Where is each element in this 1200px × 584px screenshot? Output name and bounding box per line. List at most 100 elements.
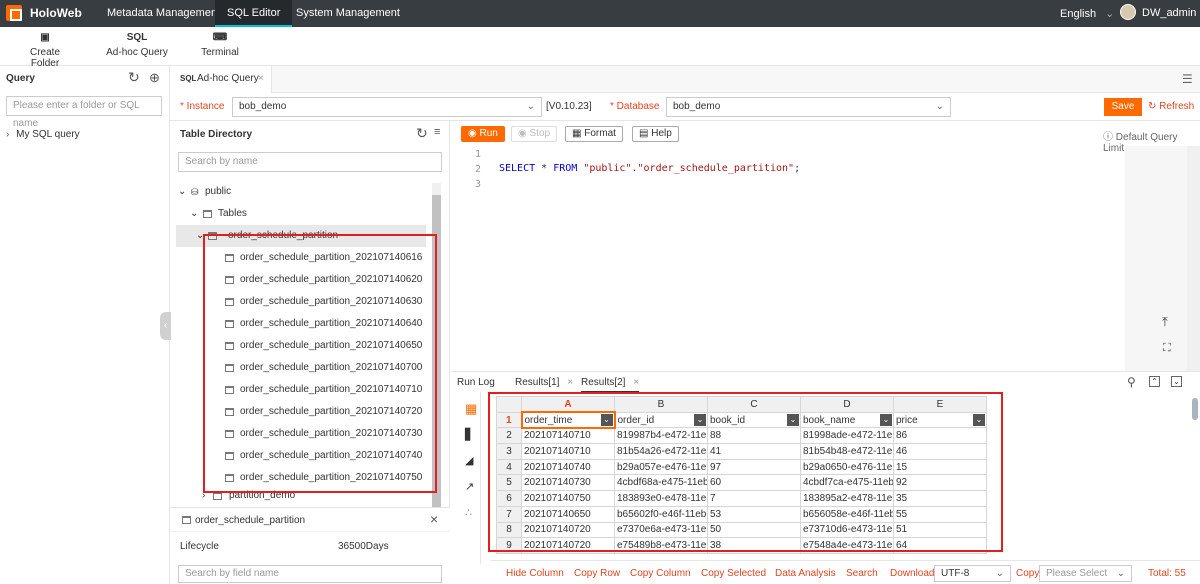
table-cell[interactable]: 53 [707, 505, 801, 523]
column-letter[interactable]: A [521, 396, 615, 413]
partition-table-row[interactable]: order_schedule_partition_202107140650 [170, 335, 434, 357]
table-cell[interactable]: 35 [893, 490, 987, 507]
filter-dropdown-icon[interactable]: ⌄ [787, 413, 799, 426]
minimize-icon[interactable]: ⌄ [1171, 376, 1182, 387]
row-number[interactable]: 1 [496, 411, 522, 429]
close-icon[interactable]: × [258, 73, 264, 84]
table-cell[interactable]: 55 [893, 505, 987, 523]
row-number[interactable]: 6 [496, 490, 522, 507]
column-header[interactable]: price ⌄ [893, 411, 987, 429]
copy-selected-button[interactable]: Copy Selected [701, 568, 766, 579]
table-cell[interactable]: 81998ade-e472-11eb-9 [800, 427, 894, 445]
column-letter[interactable]: E [893, 396, 987, 413]
partition-table-row[interactable]: order_schedule_partition_202107140630 [170, 291, 434, 313]
column-letter[interactable]: C [707, 396, 801, 413]
avatar[interactable] [1120, 4, 1136, 20]
table-cell[interactable]: 202107140750 [521, 490, 615, 507]
table-cell[interactable]: e73710d6-e473-11eb-b [800, 521, 894, 539]
table-cell[interactable]: 819987b4-e472-11eb-9 [614, 427, 708, 445]
copy-row-button[interactable]: Copy Row [574, 568, 620, 579]
nav-sql-editor[interactable]: SQL Editor [215, 0, 293, 27]
filter-dropdown-icon[interactable]: ⌄ [694, 413, 706, 426]
maximize-icon[interactable]: ⌃ [1149, 376, 1160, 387]
save-button[interactable]: Save [1104, 98, 1142, 116]
table-cell[interactable]: b29a0650-e476-11eb-b [800, 458, 894, 476]
table-cell[interactable]: 7 [707, 490, 801, 507]
minimap[interactable] [1125, 146, 1187, 371]
locate-icon[interactable]: ⊕ [149, 70, 160, 86]
tab-adhoc-query[interactable]: SQL Ad-hoc Query × [170, 66, 272, 93]
data-analysis-button[interactable]: Data Analysis [775, 568, 836, 579]
hide-column-button[interactable]: Hide Column [506, 568, 564, 579]
column-header[interactable]: book_id ⌄ [707, 411, 801, 429]
table-cell[interactable]: 202107140710 [521, 443, 615, 460]
nav-metadata-management[interactable]: Metadata Management [95, 0, 232, 27]
nav-system-management[interactable]: System Management [284, 0, 412, 27]
terminal-button[interactable]: ⌨ Terminal [198, 32, 242, 58]
my-sql-query-item[interactable]: › My SQL query [6, 129, 80, 140]
close-icon[interactable]: × [633, 377, 639, 388]
partition-table-row[interactable]: order_schedule_partition_202107140616 [170, 247, 434, 269]
collapse-all-icon[interactable]: ≡ [434, 126, 440, 138]
table-cell[interactable]: 81b54b48-e472-11eb-9 [800, 443, 894, 460]
table-cell[interactable]: 97 [707, 458, 801, 476]
tab-results-1[interactable]: Results[1] × [515, 377, 573, 388]
column-header[interactable]: book_name ⌄ [800, 411, 894, 429]
partition-table-row[interactable]: order_schedule_partition_202107140640 [170, 313, 434, 335]
column-letter[interactable]: D [800, 396, 894, 413]
table-search-input[interactable]: Search by name [178, 152, 442, 172]
table-cell[interactable]: 183893e0-e478-11eb-b [614, 490, 708, 507]
table-cell[interactable]: 51 [893, 521, 987, 539]
encoding-select[interactable]: UTF-8 ⌄ [934, 565, 1011, 582]
copy-button[interactable]: Copy [1016, 568, 1039, 579]
table-cell[interactable]: 86 [893, 427, 987, 445]
filter-dropdown-icon[interactable]: ⌄ [973, 413, 985, 426]
filter-dropdown-icon[interactable]: ⌄ [880, 413, 892, 426]
table-cell[interactable]: 88 [707, 427, 801, 445]
filter-dropdown-icon[interactable]: ⌄ [600, 414, 613, 426]
table-cell[interactable]: 50 [707, 521, 801, 539]
partition-demo-row[interactable]: › partition_demo [170, 488, 434, 504]
table-cell[interactable]: 46 [893, 443, 987, 460]
table-cell[interactable]: b656058e-e46f-11eb-8 [800, 505, 894, 523]
table-cell[interactable]: 81b54a26-e472-11eb-9 [614, 443, 708, 460]
table-cell[interactable]: 64 [893, 537, 987, 554]
menu-icon[interactable]: ☰ [1182, 72, 1193, 86]
tab-results-2[interactable]: Results[2] × [581, 377, 640, 393]
column-header[interactable]: order_id ⌄ [614, 411, 708, 429]
partition-table-row[interactable]: order_schedule_partition_202107140710 [170, 379, 434, 401]
table-cell[interactable]: 202107140710 [521, 427, 615, 445]
row-number[interactable]: 4 [496, 458, 522, 476]
schema-public-row[interactable]: ⌄ ⛁ public [170, 181, 434, 203]
parent-table-row[interactable]: ⌄ order_schedule_partition [176, 225, 426, 247]
refresh-icon[interactable]: ↻ [416, 125, 428, 142]
row-number[interactable]: 9 [496, 537, 522, 554]
table-cell[interactable]: 38 [707, 537, 801, 554]
table-cell[interactable]: 4cbdf7ca-e475-11eb-8 [800, 474, 894, 492]
language-select[interactable]: English ⌄ [1060, 7, 1114, 20]
table-cell[interactable]: 92 [893, 474, 987, 492]
column-letter[interactable]: B [614, 396, 708, 413]
partition-table-row[interactable]: order_schedule_partition_202107140700 [170, 357, 434, 379]
table-view-icon[interactable]: ▦ [465, 401, 477, 417]
copy-column-button[interactable]: Copy Column [630, 568, 691, 579]
close-icon[interactable]: × [567, 377, 573, 388]
table-cell[interactable]: 4cbdf68a-e475-11eb-8 [614, 474, 708, 492]
query-search-input[interactable]: Please enter a folder or SQL name [6, 96, 162, 129]
download-button[interactable]: Download [890, 568, 934, 579]
scroll-to-top-icon[interactable]: ⤒ [1162, 314, 1168, 330]
row-number[interactable]: 2 [496, 427, 522, 445]
table-cell[interactable]: 202107140730 [521, 474, 615, 492]
instance-select[interactable]: bob_demo ⌄ [232, 97, 542, 117]
sql-editor[interactable]: 1 2 3 SELECT * FROM "public"."order_sche… [451, 146, 1200, 371]
table-cell[interactable]: 202107140740 [521, 458, 615, 476]
adhoc-query-button[interactable]: SQL Ad-hoc Query [106, 32, 168, 58]
field-search-input[interactable]: Search by field name [178, 565, 442, 583]
table-cell[interactable]: e7548a4e-e473-11eb-b [800, 537, 894, 554]
partition-table-row[interactable]: order_schedule_partition_202107140620 [170, 269, 434, 291]
table-cell[interactable]: b29a057e-e476-11eb-b [614, 458, 708, 476]
format-button[interactable]: ▦ Format [565, 126, 623, 142]
partition-table-row[interactable]: order_schedule_partition_202107140720 [170, 401, 434, 423]
tables-folder-row[interactable]: ⌄ Tables [170, 203, 434, 225]
partition-table-row[interactable]: order_schedule_partition_202107140730 [170, 423, 434, 445]
